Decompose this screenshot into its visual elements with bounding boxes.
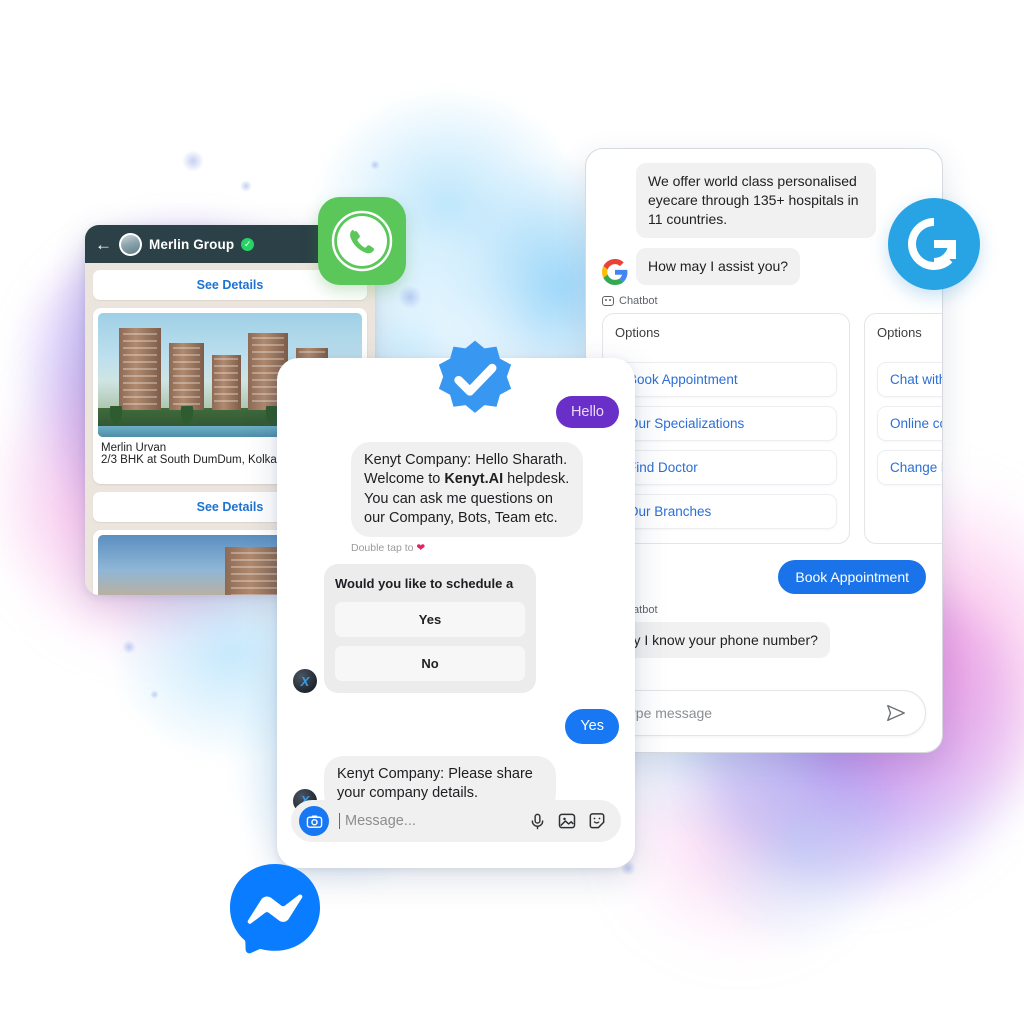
background-speck — [150, 690, 159, 699]
robot-icon — [602, 295, 614, 306]
quick-reply-yes-button[interactable]: Yes — [335, 602, 525, 638]
user-reply-book-appointment: Book Appointment — [778, 559, 926, 594]
background-speck — [398, 285, 422, 309]
chatbot-composer[interactable]: Type message — [602, 690, 926, 737]
background-speck — [370, 160, 380, 170]
composite-illustration: ← Merlin Group ✓ See Details Merlin Urva… — [0, 0, 1024, 1024]
double-tap-label: Double tap to — [351, 542, 414, 555]
option-chip-our-specializations[interactable]: Our Specializations — [615, 405, 837, 441]
options-card-secondary: Options Chat with us Online consultation… — [864, 312, 942, 544]
whatsapp-contact-name: Merlin Group — [149, 236, 235, 252]
welcome-text-brand: Kenyt.AI — [444, 471, 504, 488]
option-chip-book-appointment[interactable]: Book Appointment — [615, 361, 837, 397]
quick-reply-no-button[interactable]: No — [335, 646, 525, 682]
chatbot-sender-label-1: Chatbot — [602, 295, 926, 307]
facebook-messenger-icon[interactable] — [225, 858, 325, 958]
option-chip-change-language[interactable]: Change language — [877, 449, 942, 485]
google-g-icon — [602, 258, 628, 285]
send-icon[interactable] — [885, 702, 907, 724]
verified-check-icon: ✓ — [241, 237, 255, 251]
sender-name: Chatbot — [619, 294, 658, 307]
bot-message-intro: We offer world class personalised eyecar… — [636, 163, 876, 238]
message-input-placeholder[interactable]: Message... — [339, 813, 518, 829]
bot-message-welcome: Kenyt Company: Hello Sharath. Welcome to… — [351, 442, 583, 538]
bot-message-phone: May I know your phone number? — [602, 621, 830, 659]
chatbot-sender-label-2: Chatbot — [602, 604, 926, 616]
heart-icon: ❤ — [416, 542, 426, 555]
option-chip-online-consultation[interactable]: Online consultation — [877, 405, 942, 441]
double-tap-hint: Double tap to ❤ — [293, 537, 619, 554]
microphone-icon[interactable] — [528, 812, 547, 831]
sticker-icon[interactable] — [587, 811, 607, 831]
options-card-title-2: Options — [877, 324, 922, 340]
image-icon[interactable] — [557, 811, 577, 831]
avatar-letter: X — [300, 673, 310, 689]
group-avatar[interactable] — [119, 232, 142, 256]
messenger-messages: Hello Kenyt Company: Hello Sharath. Welc… — [277, 358, 635, 868]
background-speck — [240, 180, 252, 192]
messenger-composer[interactable]: Message... — [291, 800, 621, 842]
option-chip-chat-with-us[interactable]: Chat with us — [877, 361, 942, 397]
message-timestamp-now: Now — [602, 664, 926, 676]
bot-message-assist: How may I assist you? — [636, 247, 801, 285]
google-business-messages-icon[interactable] — [888, 198, 980, 290]
quick-reply-question: Would you like to schedule a — [335, 576, 514, 592]
user-message-hello: Hello — [555, 396, 619, 428]
background-speck — [122, 640, 136, 654]
quick-reply-card: Would you like to schedule a Yes No — [324, 564, 536, 694]
option-chip-our-branches[interactable]: Our Branches — [615, 493, 837, 529]
options-card-primary: Options Book Appointment Our Specializat… — [602, 312, 850, 544]
option-chip-find-doctor[interactable]: Find Doctor — [615, 449, 837, 485]
avatar: X — [293, 669, 317, 694]
options-card-title: Options — [615, 324, 660, 340]
arrow-left-icon[interactable]: ← — [95, 236, 112, 253]
messenger-chat-panel: Hello Kenyt Company: Hello Sharath. Welc… — [277, 358, 635, 868]
camera-icon[interactable] — [299, 806, 329, 836]
whatsapp-icon[interactable] — [318, 197, 406, 285]
background-speck — [182, 150, 204, 172]
user-message-yes: Yes — [565, 709, 619, 744]
options-cards-row: Options Book Appointment Our Specializat… — [602, 312, 942, 544]
verified-badge-icon — [432, 338, 518, 424]
